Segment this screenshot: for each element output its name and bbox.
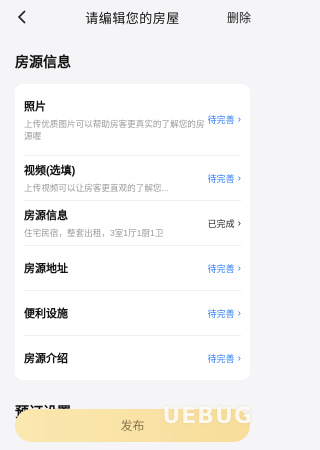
chevron-right-icon: › [237,217,241,229]
header-bar: 请编辑您的房屋 删除 [0,0,265,34]
status-badge: 待完善 › [207,262,241,274]
row-label: 便利设施 [24,308,68,320]
chevron-right-icon: › [237,172,241,184]
chevron-right-icon: › [237,352,241,364]
row-facilities[interactable]: 便利设施 待完善 › [24,291,241,336]
back-icon[interactable] [12,7,32,27]
row-desc: 住宅民宿，整套出租，3室1厅1厨1卫 [24,228,164,238]
status-badge: 待完善 › [207,307,241,319]
row-desc: 上传视频可以让房客更直观的了解您... [24,183,169,193]
row-label: 房源信息 [24,210,68,222]
row-introduction[interactable]: 房源介绍 待完善 › [24,336,241,380]
chevron-right-icon: › [237,114,241,125]
row-photos[interactable]: 照片 上传优质图片可以帮助房客更真实的了解您的房源喔 待完善 › [24,84,241,156]
section-title-listing-info: 房源信息 [15,54,71,70]
row-label: 房源介绍 [24,353,68,365]
status-badge: 待完善 › [207,172,241,184]
row-label: 房源地址 [24,263,68,275]
chevron-right-icon: › [237,307,241,319]
row-desc: 上传优质图片可以帮助房客更真实的了解您的房源喔 [24,118,205,141]
status-badge: 待完善 › [207,352,241,364]
row-label: 视频(选填) [24,165,76,177]
row-video[interactable]: 视频(选填) 上传视频可以让房客更直观的了解您... 待完善 › [24,156,241,201]
watermark-logo: UEBUG [162,404,253,429]
row-listing-details[interactable]: 房源信息 住宅民宿，整套出租，3室1厅1厨1卫 已完成 › [24,201,241,246]
listing-info-card: 照片 上传优质图片可以帮助房客更真实的了解您的房源喔 待完善 › 视频(选填) 上… [15,84,250,380]
status-badge: 已完成 › [207,217,241,229]
chevron-right-icon: › [237,262,241,274]
delete-button[interactable]: 删除 [227,9,251,26]
row-address[interactable]: 房源地址 待完善 › [24,246,241,291]
status-badge: 待完善 › [207,114,241,125]
row-label: 照片 [24,100,46,113]
page-title: 请编辑您的房屋 [85,10,180,26]
